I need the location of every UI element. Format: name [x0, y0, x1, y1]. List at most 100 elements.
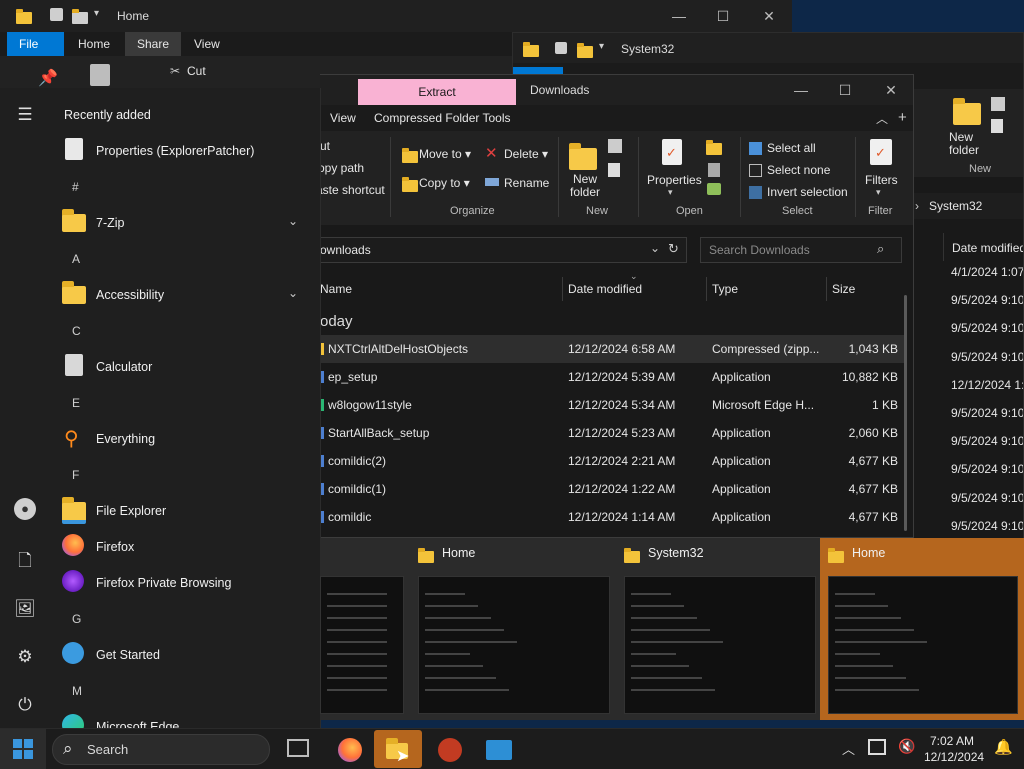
photos-taskbar-button[interactable]: [474, 730, 522, 768]
notification-bell-icon[interactable]: 🔔: [994, 738, 1013, 756]
date-cell[interactable]: 9/5/2024 9:10: [951, 462, 1023, 476]
start-app-item[interactable]: Firefox: [62, 530, 312, 564]
date-cell[interactable]: 12/12/2024 1:1: [951, 378, 1023, 392]
tab-view[interactable]: View: [320, 105, 368, 131]
cut-icon[interactable]: ✂: [170, 64, 180, 78]
copy-to-button[interactable]: Copy to ▾: [419, 176, 470, 190]
close-icon[interactable]: ✕: [868, 75, 913, 105]
chevron-down-icon[interactable]: ⌄: [288, 214, 298, 228]
group-header[interactable]: oday: [320, 313, 353, 330]
column-date-modified[interactable]: Date modified: [568, 282, 642, 296]
copy-icon[interactable]: [90, 64, 110, 86]
move-to-button[interactable]: Move to ▾: [419, 147, 471, 161]
network-icon[interactable]: [868, 739, 886, 755]
group-letter[interactable]: C: [72, 324, 81, 338]
title-bar[interactable]: ▾ System32: [513, 33, 1023, 63]
date-cell[interactable]: 9/5/2024 9:10: [951, 434, 1023, 448]
chevron-up-icon[interactable]: ︿: [876, 110, 888, 127]
start-app-item[interactable]: Get Started: [62, 638, 312, 672]
start-app-item[interactable]: 7-Zip ⌄: [62, 206, 312, 240]
rename-button[interactable]: Rename: [504, 176, 549, 190]
new-item-icon[interactable]: [991, 97, 1005, 111]
minimize-icon[interactable]: —: [778, 75, 824, 105]
checkbox-icon[interactable]: [50, 8, 63, 21]
history-icon[interactable]: [707, 183, 721, 195]
column-date-modified[interactable]: Date modified: [952, 241, 1023, 255]
search-box[interactable]: Search Downloads ⌕: [700, 237, 902, 263]
easy-access-icon[interactable]: [991, 119, 1003, 133]
file-row[interactable]: ep_setup 12/12/2024 5:39 AM Application 10,…: [320, 363, 904, 391]
date-cell[interactable]: 9/5/2024 9:10: [951, 350, 1023, 364]
scrollbar[interactable]: [904, 295, 907, 531]
app-taskbar-button[interactable]: [426, 730, 474, 768]
start-app-item[interactable]: Calculator: [62, 350, 312, 384]
file-row[interactable]: StartAllBack_setup 12/12/2024 5:23 AM Appl…: [320, 419, 904, 447]
file-explorer-taskbar-button[interactable]: ➤: [374, 730, 422, 768]
minimize-icon[interactable]: —: [656, 0, 702, 32]
user-avatar-icon[interactable]: ●: [14, 498, 36, 520]
file-row[interactable]: comildic(1) 12/12/2024 1:22 AM Application…: [320, 475, 904, 503]
open-icon[interactable]: [706, 139, 722, 155]
tab-share[interactable]: Share: [125, 32, 182, 56]
cut-label[interactable]: Cut: [187, 64, 206, 78]
chevron-right-icon[interactable]: ›: [915, 199, 919, 213]
title-bar[interactable]: Extract Downloads — ☐ ✕: [320, 75, 913, 105]
start-app-item[interactable]: File Explorer: [62, 494, 312, 528]
new-folder-icon[interactable]: [569, 143, 597, 173]
chevron-down-icon[interactable]: ⌄: [288, 286, 298, 300]
clock-date[interactable]: 12/12/2024: [924, 750, 984, 764]
file-row[interactable]: comildic(2) 12/12/2024 2:21 AM Application…: [320, 447, 904, 475]
edit-icon[interactable]: [708, 163, 720, 177]
chevron-up-icon[interactable]: ︿: [842, 739, 855, 758]
maximize-icon[interactable]: ☐: [700, 0, 746, 32]
group-letter[interactable]: A: [72, 252, 80, 266]
maximize-icon[interactable]: ☐: [822, 75, 868, 105]
thumbnail-home-active[interactable]: Home: [820, 538, 1024, 720]
copy-path-button[interactable]: opy path: [320, 161, 364, 175]
tab-home[interactable]: Home: [66, 32, 123, 56]
breadcrumb[interactable]: System32: [929, 199, 982, 213]
chevron-down-icon[interactable]: ▾: [876, 187, 881, 198]
column-name[interactable]: Name: [320, 282, 352, 296]
file-row[interactable]: comildic 12/12/2024 1:14 AM Application 4,6…: [320, 503, 904, 531]
start-app-item[interactable]: Properties (ExplorerPatcher): [62, 134, 312, 168]
folder-icon[interactable]: [577, 42, 593, 58]
thumbnail-partial[interactable]: [320, 538, 410, 720]
start-app-item[interactable]: ⚲ Everything: [62, 422, 312, 456]
column-size[interactable]: Size: [832, 282, 855, 296]
task-view-icon[interactable]: [287, 739, 309, 757]
hamburger-menu-icon[interactable]: ☰: [12, 102, 38, 128]
search-icon[interactable]: ⌕: [877, 241, 884, 257]
checkbox-icon[interactable]: [555, 42, 567, 54]
group-letter[interactable]: F: [72, 468, 79, 482]
group-letter[interactable]: M: [72, 684, 82, 698]
date-cell[interactable]: 4/1/2024 1:07: [951, 265, 1023, 279]
downloads-explorer-window[interactable]: Extract Downloads — ☐ ✕ View Compressed …: [320, 74, 914, 538]
cut-button[interactable]: ut: [320, 139, 330, 153]
select-none-button[interactable]: Select none: [767, 163, 830, 177]
column-type[interactable]: Type: [712, 282, 738, 296]
chevron-down-icon[interactable]: ⌄: [650, 241, 660, 255]
new-folder-button[interactable]: New folder: [567, 173, 603, 199]
date-column-header[interactable]: Date modified: [943, 233, 1023, 261]
file-row[interactable]: w8logow11style 12/12/2024 5:34 AM Microsof…: [320, 391, 904, 419]
start-app-item[interactable]: Firefox Private Browsing: [62, 566, 312, 600]
easy-access-icon[interactable]: [608, 163, 620, 177]
thumbnail-system32[interactable]: System32: [616, 538, 816, 720]
clock-time[interactable]: 7:02 AM: [930, 734, 974, 748]
pictures-icon[interactable]: 🖼: [12, 596, 38, 622]
file-row[interactable]: NXTCtrlAltDelHostObjects 12/12/2024 6:58 …: [320, 335, 904, 363]
address-path[interactable]: ownloads: [320, 243, 371, 257]
volume-muted-icon[interactable]: 🔇: [898, 738, 915, 755]
extract-tab[interactable]: Extract: [358, 79, 516, 105]
date-cell[interactable]: 9/5/2024 9:10: [951, 406, 1023, 420]
group-letter[interactable]: #: [72, 180, 79, 194]
search-input[interactable]: Search Downloads: [709, 243, 810, 257]
date-cell[interactable]: 9/5/2024 9:10: [951, 293, 1023, 307]
tab-view[interactable]: View: [182, 32, 232, 56]
group-letter[interactable]: E: [72, 396, 80, 410]
folder-icon[interactable]: [72, 8, 88, 24]
tab-file[interactable]: File: [7, 32, 64, 56]
invert-selection-button[interactable]: Invert selection: [767, 185, 848, 199]
properties-icon[interactable]: ✓: [662, 139, 682, 165]
